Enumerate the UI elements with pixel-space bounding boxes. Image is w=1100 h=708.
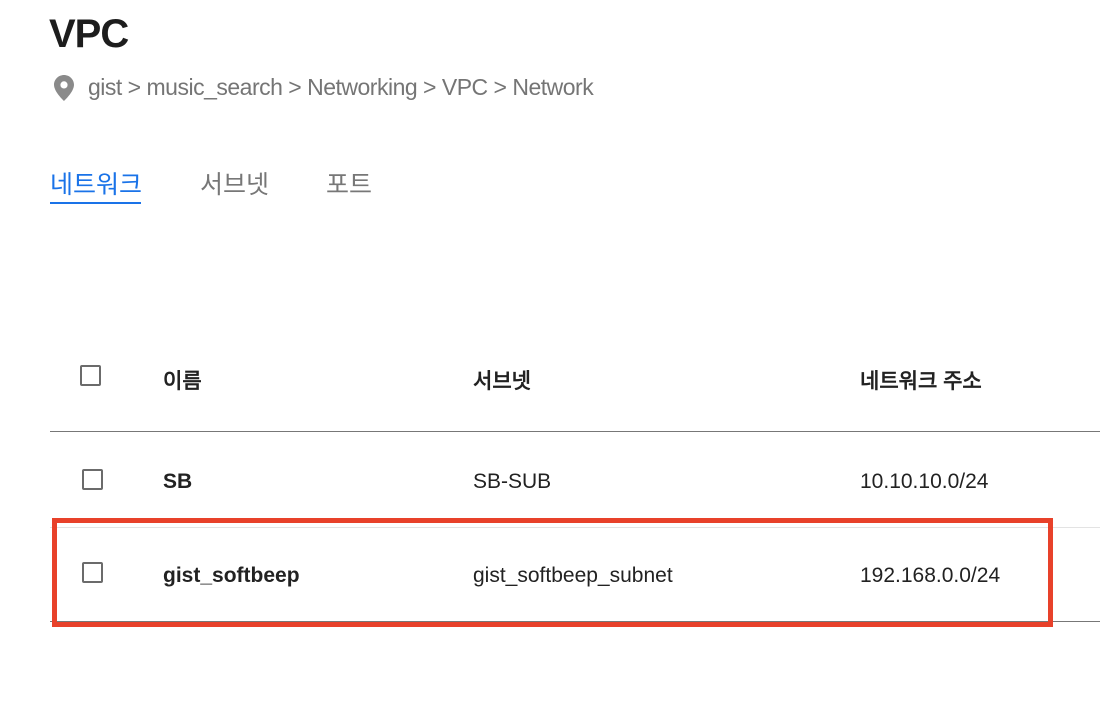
active-tab-indicator <box>50 202 141 204</box>
select-all-checkbox[interactable] <box>80 365 101 386</box>
row-address: 10.10.10.0/24 <box>860 470 989 493</box>
highlight-box <box>52 518 1053 627</box>
column-header-name[interactable]: 이름 <box>163 365 202 395</box>
row-subnet: SB-SUB <box>473 470 552 493</box>
location-pin-icon <box>54 74 74 101</box>
breadcrumb-path[interactable]: gist > music_search > Networking > VPC >… <box>88 74 594 101</box>
header-divider <box>50 431 1100 432</box>
column-header-subnet[interactable]: 서브넷 <box>473 365 531 395</box>
page-title: VPC <box>49 12 129 56</box>
tab-port[interactable]: 포트 <box>326 165 372 201</box>
row-checkbox[interactable] <box>82 469 103 490</box>
breadcrumb: gist > music_search > Networking > VPC >… <box>54 74 594 101</box>
tab-network[interactable]: 네트워크 <box>50 165 142 201</box>
column-header-address[interactable]: 네트워크 주소 <box>860 365 982 395</box>
row-name[interactable]: SB <box>163 470 192 494</box>
tab-subnet[interactable]: 서브넷 <box>200 165 269 201</box>
